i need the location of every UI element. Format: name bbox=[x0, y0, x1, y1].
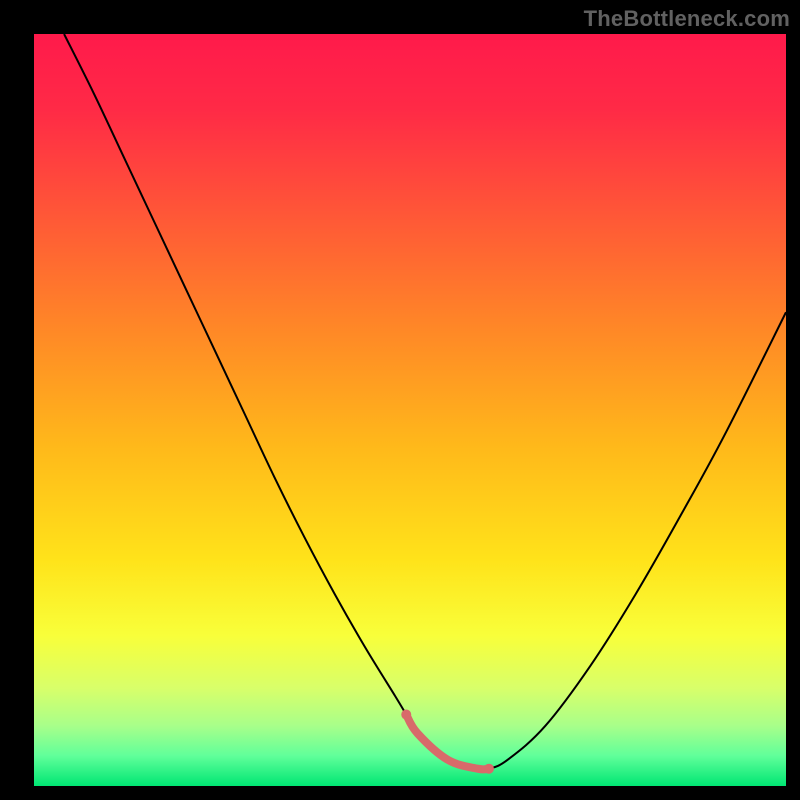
bottleneck-chart bbox=[34, 34, 786, 786]
optimal-zone-endpoint-left bbox=[401, 710, 411, 720]
chart-frame: TheBottleneck.com bbox=[0, 0, 800, 800]
gradient-background bbox=[34, 34, 786, 786]
watermark-label: TheBottleneck.com bbox=[584, 6, 790, 32]
plot-area bbox=[34, 34, 786, 786]
optimal-zone-endpoint-right bbox=[484, 764, 494, 774]
